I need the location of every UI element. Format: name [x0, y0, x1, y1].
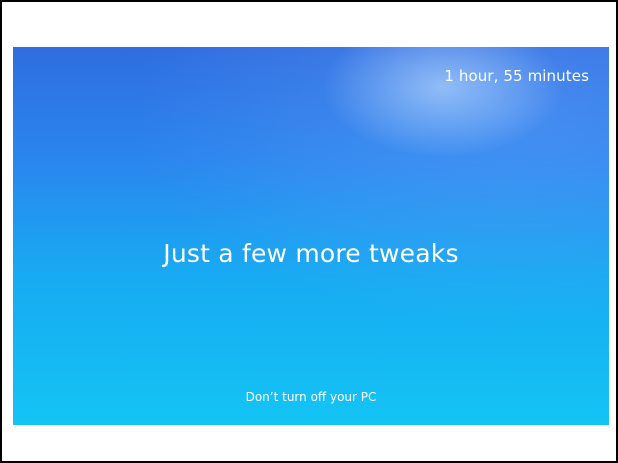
screenshot-frame: 1 hour, 55 minutes Just a few more tweak… — [0, 0, 618, 463]
time-remaining-label: 1 hour, 55 minutes — [444, 67, 589, 85]
setup-headline: Just a few more tweaks — [163, 239, 459, 268]
setup-screen: 1 hour, 55 minutes Just a few more tweak… — [13, 47, 609, 425]
power-warning-text: Don’t turn off your PC — [245, 390, 377, 404]
